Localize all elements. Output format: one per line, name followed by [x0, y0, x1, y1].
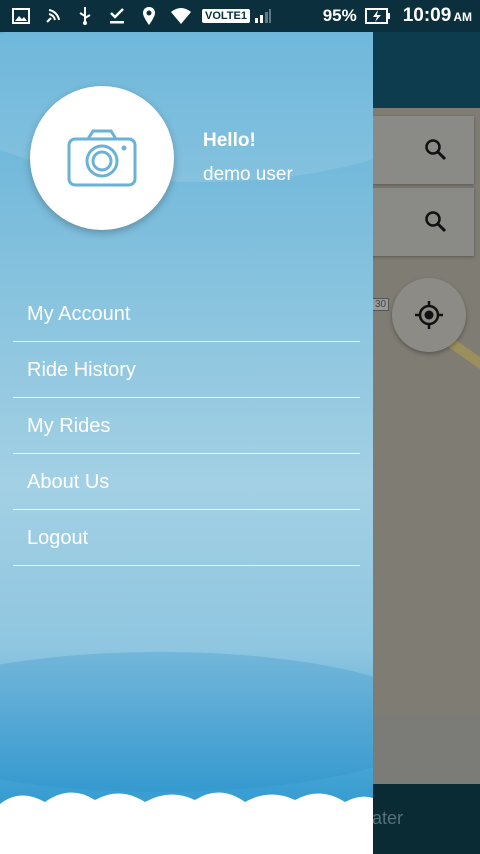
- status-bar: VOLTE1 95% 10:09 AM: [0, 0, 480, 32]
- volte-indicator: VOLTE1: [202, 9, 250, 23]
- my-location-icon: [415, 301, 443, 329]
- drawer-menu: My Account Ride History My Rides About U…: [13, 286, 360, 566]
- wifi-icon: [168, 5, 194, 27]
- clock: 10:09 AM: [402, 5, 472, 26]
- drop-search-box[interactable]: [366, 188, 474, 256]
- wifi-calling-icon: [40, 5, 66, 27]
- menu-item-about-us[interactable]: About Us: [13, 454, 360, 510]
- location-icon: [136, 5, 162, 27]
- drawer-wave-decoration: [0, 652, 373, 792]
- greeting: Hello!: [203, 130, 256, 151]
- my-location-button[interactable]: [392, 278, 466, 352]
- menu-item-logout[interactable]: Logout: [13, 510, 360, 566]
- camera-icon: [67, 129, 137, 187]
- signal-icon: [250, 5, 276, 27]
- menu-item-my-rides[interactable]: My Rides: [13, 398, 360, 454]
- battery-charging-icon: [364, 5, 391, 27]
- cloud-footer-decoration: [0, 792, 373, 854]
- image-notification-icon: [8, 5, 34, 27]
- search-icon[interactable]: [424, 138, 448, 162]
- bottom-bar-label: ater: [372, 808, 404, 828]
- download-done-icon: [104, 5, 130, 27]
- avatar[interactable]: [30, 86, 174, 230]
- username: demo user: [203, 164, 293, 185]
- navigation-drawer: Hello! demo user My Account Ride History…: [0, 32, 373, 854]
- battery-percentage: 95%: [322, 6, 357, 25]
- search-icon[interactable]: [424, 210, 448, 234]
- route-badge: 30: [372, 298, 390, 311]
- usb-icon: [72, 5, 98, 27]
- pickup-search-box[interactable]: [366, 116, 474, 184]
- menu-item-ride-history[interactable]: Ride History: [13, 342, 360, 398]
- menu-item-my-account[interactable]: My Account: [13, 286, 360, 342]
